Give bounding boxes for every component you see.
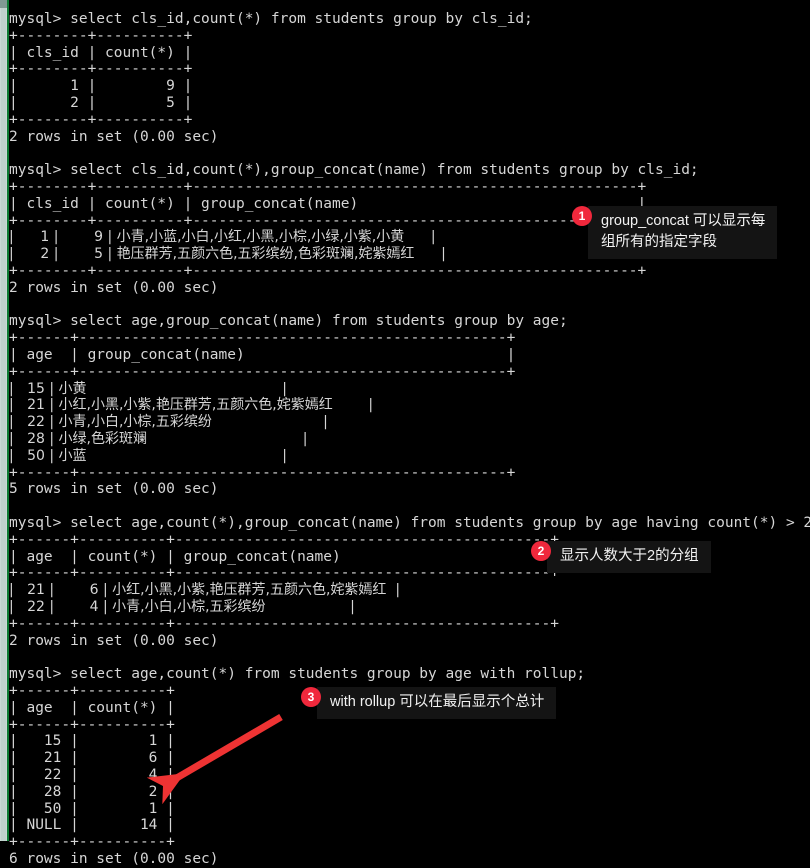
annotation-text-2: 显示人数大于2的分组: [547, 541, 711, 573]
terminal-result-line: +------+----------+: [9, 834, 175, 851]
terminal-result-line: +--------+----------+: [9, 61, 193, 78]
terminal-result-line: | 2 | 5 | 艳压群芳,五颜六色,五彩缤纷,色彩斑斓,姹紫嫣红 |: [9, 246, 446, 263]
terminal-status-line: 2 rows in set (0.00 sec): [9, 128, 219, 145]
annotation-text-3: with rollup 可以在最后显示个总计: [317, 687, 557, 719]
scrollbar-up-icon[interactable]: [0, 0, 7, 8]
terminal-command-line: mysql> select cls_id,count(*) from stude…: [9, 11, 533, 27]
terminal-result-line: | 1 | 9 |: [9, 78, 193, 95]
terminal-result-line: +--------+----------+: [9, 111, 193, 128]
terminal-result-line: | cls_id | count(*) |: [9, 44, 193, 61]
terminal-result-line: | 21 | 6 | 小红,小黑,小紫,艳压群芳,五颜六色,姹紫嫣红 |: [9, 582, 401, 599]
terminal-command-line: mysql> select age,count(*),group_concat(…: [9, 515, 810, 531]
terminal-status-line: 2 rows in set (0.00 sec): [9, 279, 219, 296]
terminal-command-line: mysql> select age,group_concat(name) fro…: [9, 313, 568, 330]
left-green-rule: [7, 0, 9, 841]
terminal-result-line: | 21 | 6 |: [9, 750, 175, 767]
terminal-result-line: +--------+----------+-------------------…: [9, 179, 647, 195]
annotation-callout-3: 3 with rollup 可以在最后显示个总计: [301, 687, 557, 719]
annotation-callout-1: 1 group_concat 可以显示每 组所有的指定字段: [572, 206, 778, 259]
terminal-result-line: | age | group_concat(name) |: [9, 347, 516, 363]
terminal-result-line: +------+----------+: [9, 683, 175, 699]
annotation-badge-1: 1: [572, 206, 592, 226]
terminal-result-line: +--------+----------+-------------------…: [9, 212, 647, 229]
terminal-status-line: 6 rows in set (0.00 sec): [9, 851, 219, 867]
terminal-result-line: | 21 | 小红,小黑,小紫,艳压群芳,五颜六色,姹紫嫣红 |: [9, 397, 374, 414]
terminal-result-line: +--------+----------+: [9, 27, 193, 44]
terminal-command-line: mysql> select cls_id,count(*),group_conc…: [9, 162, 699, 179]
terminal-result-line: | age | count(*) |: [9, 699, 175, 716]
terminal-result-line: +------+----------+: [9, 716, 175, 733]
terminal-result-line: | 22 | 4 |: [9, 767, 175, 783]
terminal-result-line: | cls_id | count(*) | group_concat(name)…: [9, 195, 647, 212]
annotation-text-1: group_concat 可以显示每 组所有的指定字段: [588, 206, 778, 259]
terminal-result-line: | NULL | 14 |: [9, 817, 175, 834]
terminal-result-line: | 50 | 小蓝 |: [9, 447, 288, 464]
vertical-scrollbar[interactable]: [0, 0, 7, 841]
scrollbar-thumb[interactable]: [1, 0, 6, 841]
annotation-badge-2: 2: [531, 541, 551, 561]
terminal-result-line: | 15 | 小黄 |: [9, 380, 288, 397]
terminal-result-line: +------+----------+---------------------…: [9, 531, 559, 548]
terminal-result-line: +------+--------------------------------…: [9, 363, 516, 380]
terminal-result-line: +------+--------------------------------…: [9, 330, 516, 347]
terminal-result-line: | 50 | 1 |: [9, 800, 175, 817]
terminal-result-line: | 22 | 小青,小白,小棕,五彩缤纷 |: [9, 414, 328, 431]
annotation-badge-3: 3: [301, 687, 321, 707]
terminal-result-line: | 15 | 1 |: [9, 733, 175, 750]
terminal-result-line: +--------+----------+-------------------…: [9, 263, 647, 279]
annotation-callout-2: 2 显示人数大于2的分组: [531, 541, 711, 573]
terminal-status-line: 2 rows in set (0.00 sec): [9, 632, 219, 649]
terminal-command-line: mysql> select age,count(*) from students…: [9, 666, 586, 683]
terminal-result-line: +------+----------+---------------------…: [9, 565, 559, 582]
terminal-result-line: +------+----------+---------------------…: [9, 615, 559, 632]
terminal-result-line: | 28 | 2 |: [9, 783, 175, 800]
terminal-result-line: | 1 | 9 | 小青,小蓝,小白,小红,小黑,小棕,小绿,小紫,小黄 |: [9, 229, 436, 246]
terminal-status-line: 5 rows in set (0.00 sec): [9, 481, 219, 498]
terminal-result-line: | 22 | 4 | 小青,小白,小棕,五彩缤纷 |: [9, 599, 355, 615]
terminal-result-line: | age | count(*) | group_concat(name) |: [9, 548, 559, 565]
terminal-result-line: | 28 | 小绿,色彩斑斓 |: [9, 431, 308, 447]
terminal-result-line: +------+--------------------------------…: [9, 464, 516, 481]
terminal-result-line: | 2 | 5 |: [9, 95, 193, 111]
